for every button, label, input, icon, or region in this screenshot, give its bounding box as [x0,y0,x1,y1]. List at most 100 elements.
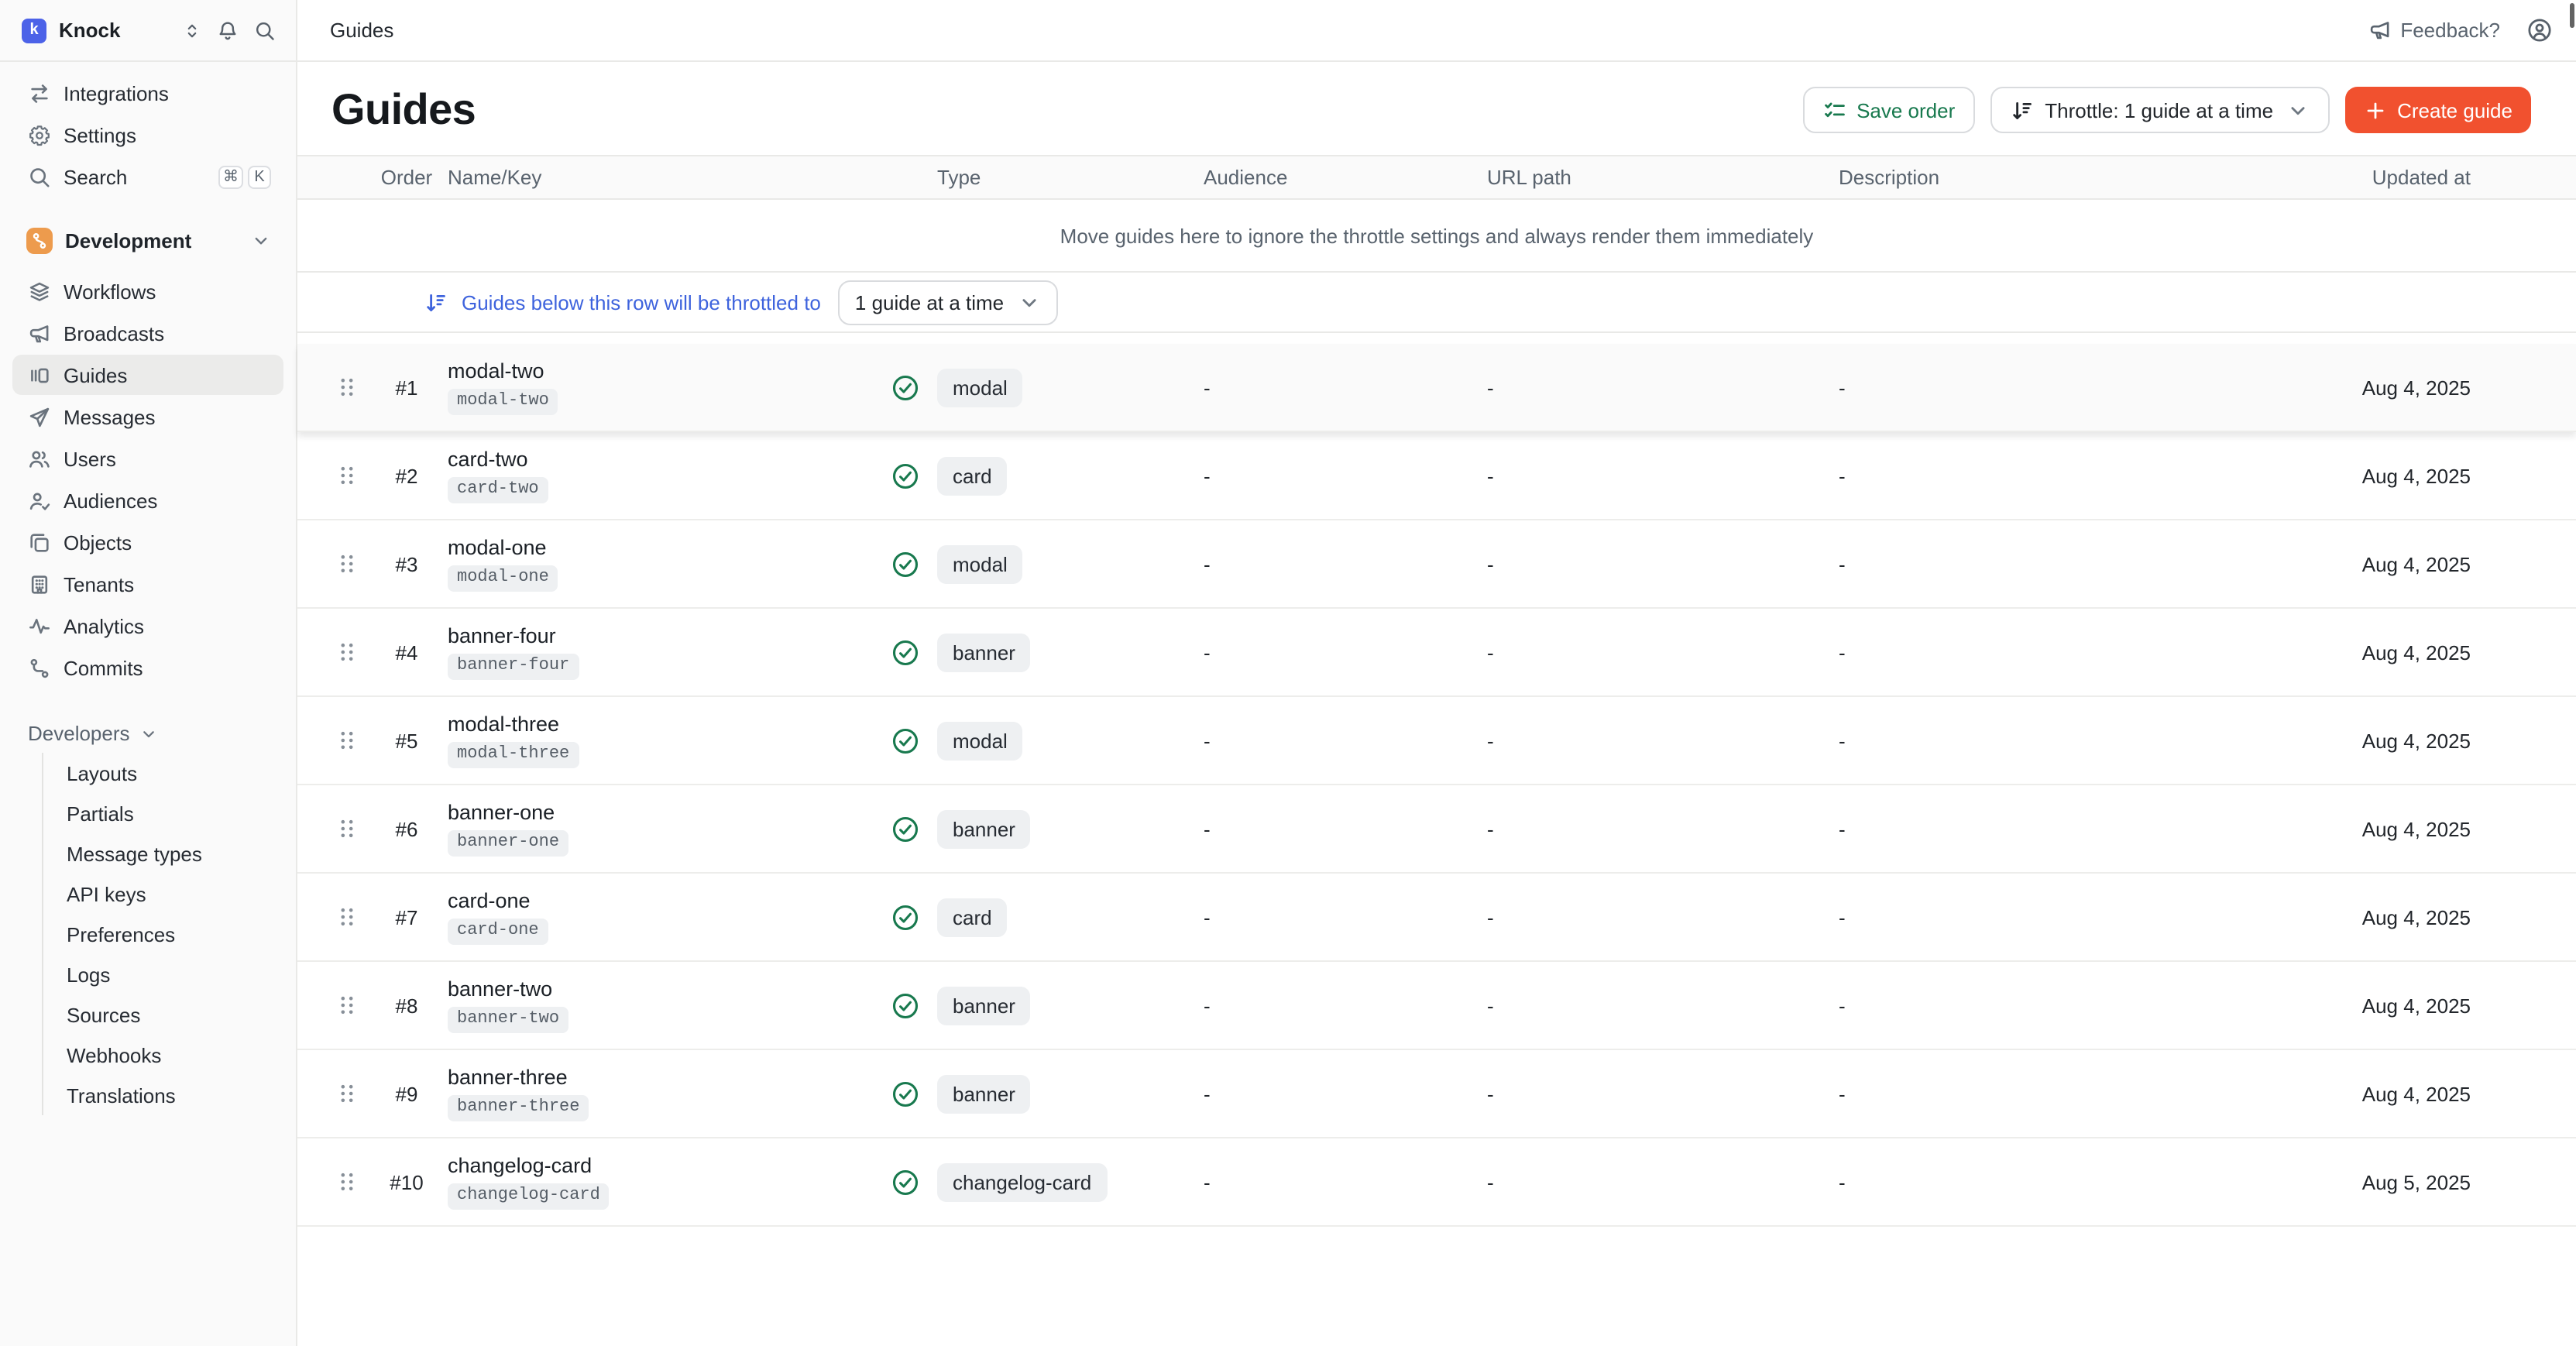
guide-row[interactable]: #1 modal-two modal-two modal - - - Aug 4… [297,344,2576,432]
guide-key-badge: modal-two [448,388,558,416]
sidebar-item[interactable]: Messages [12,397,283,437]
sidebar-item[interactable]: Workflows [12,271,283,311]
sidebar-item[interactable]: Broadcasts [12,313,283,353]
column-header-name-key: Name/Key [448,166,891,189]
guide-updated-at: Aug 5, 2025 [2226,1170,2576,1193]
search-button[interactable] [254,19,276,41]
drag-handle-icon[interactable] [335,463,359,488]
megaphone-icon [28,321,51,345]
sidebar-item[interactable]: Objects [12,522,283,562]
breadcrumb: Guides [330,19,393,42]
sidebar-item[interactable]: Settings [12,115,283,155]
throttle-dropdown-button[interactable]: Throttle: 1 guide at a time [1990,87,2329,133]
guide-audience: - [1204,1082,1487,1105]
sidebar-subitem[interactable]: Layouts [43,753,296,793]
guide-order: #5 [366,729,448,752]
guide-row[interactable]: #7 card-one card-one card - - - Aug 4, 2… [297,874,2576,962]
sidebar-subitem[interactable]: Sources [43,994,296,1035]
account-menu-button[interactable] [2526,17,2553,43]
drag-gap [297,333,2576,344]
guide-key-badge: modal-one [448,565,558,592]
drag-handle-icon[interactable] [335,993,359,1018]
page-title: Guides [331,85,476,135]
drag-handle-icon[interactable] [335,551,359,576]
drag-handle-icon[interactable] [335,728,359,753]
guide-updated-at: Aug 4, 2025 [2226,640,2576,664]
guide-description: - [1839,640,2226,664]
guide-type-badge: banner [937,1074,1031,1113]
guide-updated-at: Aug 4, 2025 [2226,905,2576,929]
developers-section-toggle[interactable]: Developers [12,722,283,745]
guide-row[interactable]: #3 modal-one modal-one modal - - - Aug 4… [297,520,2576,609]
swap-icon [28,81,51,105]
guide-url-path: - [1487,1170,1839,1193]
notifications-button[interactable] [217,19,239,41]
column-header-url-path: URL path [1487,166,1839,189]
save-order-button[interactable]: Save order [1802,87,1975,133]
sidebar-subitem[interactable]: Partials [43,793,296,833]
org-name[interactable]: Knock [59,19,120,42]
guide-type-badge: modal [937,721,1023,760]
guide-row[interactable]: #10 changelog-card changelog-card change… [297,1138,2576,1227]
guide-audience: - [1204,994,1487,1017]
create-guide-button[interactable]: Create guide [2344,87,2531,133]
sidebar-item[interactable]: Tenants [12,564,283,604]
guide-type-badge: banner [937,633,1031,671]
guide-type-badge: banner [937,986,1031,1025]
pulse-icon [28,614,51,637]
environment-switcher[interactable]: Development [12,218,283,262]
guide-url-path: - [1487,729,1839,752]
sidebar-subitem[interactable]: Message types [43,833,296,874]
sidebar-item[interactable]: Search ⌘K [12,156,283,197]
sidebar-item-label: Broadcasts [64,321,164,345]
guide-audience: - [1204,817,1487,840]
sidebar-subitem[interactable]: Webhooks [43,1035,296,1075]
active-status-icon [891,373,920,402]
drag-handle-icon[interactable] [335,816,359,841]
sidebar-item[interactable]: Analytics [12,606,283,646]
guide-row[interactable]: #9 banner-three banner-three banner - - … [297,1050,2576,1138]
sidebar-item[interactable]: Guides [12,355,283,395]
sidebar-item[interactable]: Integrations [12,73,283,113]
sidebar-item[interactable]: Audiences [12,480,283,520]
search-icon [28,165,51,188]
guide-row[interactable]: #6 banner-one banner-one banner - - - Au… [297,785,2576,874]
guide-audience: - [1204,376,1487,399]
guide-row[interactable]: #2 card-two card-two card - - - Aug 4, 2… [297,432,2576,520]
sidebar-item-label: Users [64,447,116,470]
knock-logo[interactable]: k [22,18,46,43]
guide-row[interactable]: #5 modal-three modal-three modal - - - A… [297,697,2576,785]
drag-handle-icon[interactable] [335,905,359,929]
sidebar-item[interactable]: Commits [12,647,283,688]
drag-handle-icon[interactable] [335,375,359,400]
org-switcher-button[interactable] [183,19,201,41]
guide-type-badge: modal [937,544,1023,583]
unthrottled-drop-zone[interactable]: Move guides here to ignore the throttle … [297,200,2576,273]
feedback-button[interactable]: Feedback? [2368,19,2500,42]
active-status-icon [891,549,920,579]
guide-row[interactable]: #4 banner-four banner-four banner - - - … [297,609,2576,697]
guide-name: card-one [448,888,531,912]
drag-handle-icon[interactable] [335,1169,359,1194]
throttle-amount-dropdown[interactable]: 1 guide at a time [838,280,1058,324]
guide-key-badge: banner-four [448,653,579,681]
sidebar-subitem[interactable]: Translations [43,1075,296,1115]
scrollbar-thumb[interactable] [2570,3,2574,28]
guide-order: #9 [366,1082,448,1105]
sidebar-subitem[interactable]: Preferences [43,914,296,954]
sidebar-subitem[interactable]: API keys [43,874,296,914]
sidebar-subitem[interactable]: Logs [43,954,296,994]
throttle-divider-text: Guides below this row will be throttled … [462,290,821,314]
drag-handle-icon[interactable] [335,1081,359,1106]
active-status-icon [891,1167,920,1197]
guide-updated-at: Aug 4, 2025 [2226,1082,2576,1105]
drag-handle-icon[interactable] [335,640,359,664]
sidebar-item[interactable]: Users [12,438,283,479]
guide-name: banner-four [448,623,556,647]
sort-desc-icon [424,290,448,314]
guide-key-badge: card-one [448,918,548,946]
guide-order: #3 [366,552,448,575]
guide-row[interactable]: #8 banner-two banner-two banner - - - Au… [297,962,2576,1050]
guide-description: - [1839,464,2226,487]
sidebar-item-label: Analytics [64,614,144,637]
